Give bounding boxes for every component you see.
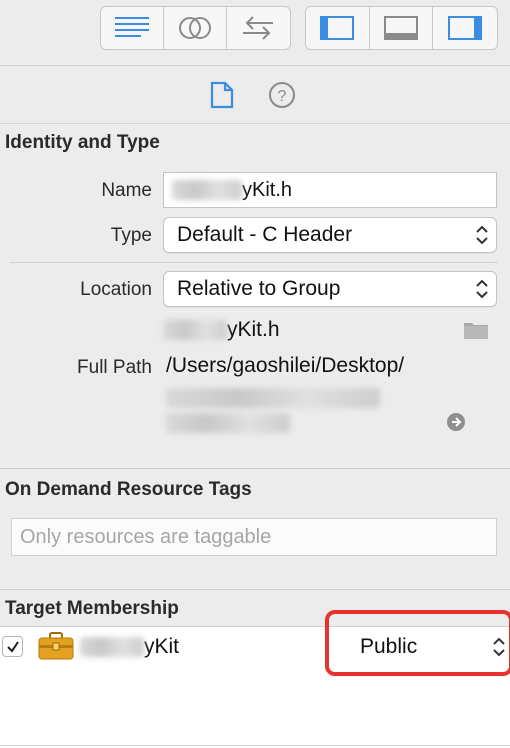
target-name: yKit	[80, 635, 179, 659]
location-label: Location	[80, 279, 152, 300]
assistant-editor-button[interactable]	[164, 7, 227, 49]
inspector-tabs: ?	[0, 66, 510, 124]
quick-help-tab[interactable]: ?	[267, 80, 297, 110]
target-name-blurred	[80, 637, 144, 658]
location-file: yKit.h	[163, 318, 280, 342]
bottom-panel-icon	[384, 16, 418, 40]
editor-mode-segment	[100, 6, 291, 50]
name-field[interactable]: yKit.h	[163, 172, 497, 208]
panel-toggle-segment	[305, 6, 498, 50]
version-editor-button[interactable]	[227, 7, 290, 49]
name-blurred	[172, 180, 242, 200]
type-popup[interactable]: Default - C Header	[163, 217, 497, 253]
section-divider	[0, 589, 510, 590]
chevron-updown-icon	[476, 279, 488, 299]
highlight-annotation	[325, 610, 510, 676]
file-inspector-tab[interactable]	[207, 80, 237, 110]
folder-icon	[464, 323, 488, 339]
arrows-icon	[243, 16, 274, 40]
standard-editor-button[interactable]	[101, 7, 164, 49]
toggle-debug-area-button[interactable]	[370, 7, 434, 49]
checkmark-icon	[6, 640, 19, 653]
circles-icon	[179, 17, 211, 39]
section-divider	[0, 468, 510, 469]
full-path-value: /Users/gaoshilei/Desktop/	[166, 354, 405, 377]
toggle-utilities-button[interactable]	[433, 7, 497, 49]
type-label: Type	[110, 225, 152, 246]
bottom-border	[0, 745, 510, 746]
tags-field[interactable]: Only resources are taggable	[11, 518, 497, 556]
full-path-blurred-line-2	[166, 413, 290, 433]
type-value: Default - C Header	[177, 223, 353, 246]
right-panel-icon	[448, 16, 483, 40]
target-name-value: yKit	[144, 635, 180, 658]
name-label: Name	[101, 180, 152, 201]
divider	[10, 262, 498, 263]
target-checkbox[interactable]	[2, 636, 23, 657]
section-title-odr: On Demand Resource Tags	[5, 479, 252, 500]
svg-text:?: ?	[278, 88, 287, 105]
section-title-target: Target Membership	[5, 598, 179, 619]
toolbox-icon	[38, 632, 74, 665]
full-path-blurred-line-1	[166, 388, 380, 408]
help-icon: ?	[269, 82, 295, 108]
reveal-folder-button[interactable]	[463, 320, 489, 345]
arrow-circle-icon	[447, 413, 465, 431]
name-value: yKit.h	[242, 178, 293, 201]
location-file-blurred	[163, 320, 227, 341]
section-title-identity: Identity and Type	[5, 132, 160, 153]
location-file-value: yKit.h	[227, 318, 280, 341]
full-path-label: Full Path	[77, 357, 152, 378]
lines-icon	[115, 17, 149, 37]
toggle-navigator-button[interactable]	[306, 7, 370, 49]
left-panel-icon	[320, 16, 355, 40]
location-popup[interactable]: Relative to Group	[163, 271, 497, 307]
tags-placeholder: Only resources are taggable	[20, 525, 272, 548]
reveal-in-finder-button[interactable]	[446, 412, 466, 437]
toolbar	[0, 0, 510, 66]
location-value: Relative to Group	[177, 277, 341, 300]
file-icon	[210, 81, 234, 109]
chevron-updown-icon	[476, 225, 488, 245]
